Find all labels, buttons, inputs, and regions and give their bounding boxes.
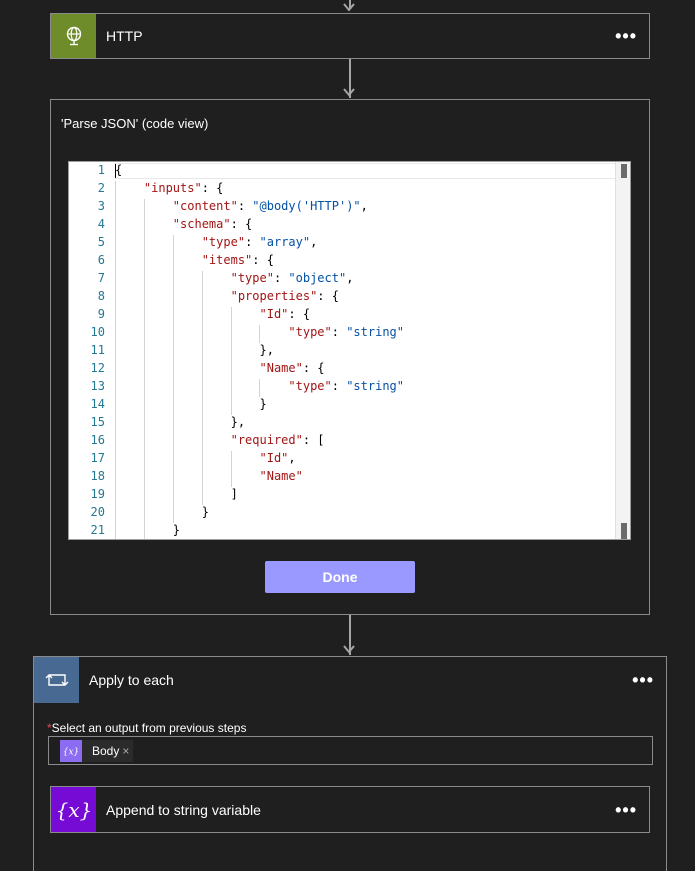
append-string-step-card[interactable]: {x} Append to string variable ••• xyxy=(50,786,650,833)
code-line: "Name" xyxy=(259,469,303,483)
line-number: 11 xyxy=(90,343,105,357)
body-token-label: Body xyxy=(92,744,120,758)
body-token[interactable]: {x} Body × xyxy=(60,740,134,762)
code-line: { xyxy=(115,163,123,177)
http-step-more-button[interactable]: ••• xyxy=(615,27,637,45)
line-number: 2 xyxy=(97,181,105,195)
http-step-card[interactable]: HTTP ••• xyxy=(50,13,650,59)
code-line: "content": "@body('HTTP')", xyxy=(172,199,368,213)
variable-icon: {x} xyxy=(56,798,92,822)
select-output-label: *Select an output from previous steps xyxy=(47,721,246,735)
line-number: 16 xyxy=(90,433,105,447)
globe-icon xyxy=(66,26,81,46)
body-token-icon-box: {x} xyxy=(60,740,82,762)
line-number: 20 xyxy=(90,505,105,519)
line-number: 3 xyxy=(97,199,105,213)
code-line: } xyxy=(259,397,267,411)
body-token-remove-icon[interactable]: × xyxy=(122,744,133,758)
expression-icon: {x} xyxy=(64,748,78,758)
select-output-input[interactable]: {x} Body × xyxy=(48,736,653,765)
scrollbar-track xyxy=(615,162,630,539)
code-line: "items": { xyxy=(201,253,274,267)
code-line: }, xyxy=(259,343,274,357)
http-step-title: HTTP xyxy=(106,28,143,44)
code-line: "type": "string" xyxy=(288,379,404,393)
code-line: }, xyxy=(230,415,246,429)
code-line: "Id", xyxy=(259,451,296,465)
line-number: 1 xyxy=(97,163,105,177)
line-number: 9 xyxy=(97,307,105,321)
line-number: 13 xyxy=(90,379,105,393)
line-number: 4 xyxy=(97,217,105,231)
scrollbar-thumb-bottom[interactable] xyxy=(621,523,627,539)
line-number: 19 xyxy=(90,487,105,501)
append-string-more-button[interactable]: ••• xyxy=(615,801,637,819)
scrollbar-thumb-top[interactable] xyxy=(621,164,627,178)
line-number: 6 xyxy=(97,253,105,267)
code-line: "properties": { xyxy=(230,289,339,303)
apply-to-each-icon-box xyxy=(34,657,79,703)
code-line: } xyxy=(201,505,209,519)
code-line: ] xyxy=(230,487,238,501)
code-line: "Name": { xyxy=(259,361,325,375)
code-line: "inputs": { xyxy=(143,181,224,195)
http-step-icon-box xyxy=(51,14,96,58)
apply-to-each-more-button[interactable]: ••• xyxy=(632,671,654,689)
code-line: "schema": { xyxy=(172,217,253,231)
parse-json-title: 'Parse JSON' (code view) xyxy=(61,116,209,131)
line-number: 21 xyxy=(90,523,105,537)
code-gutter: 1 2 3 4 5 6 7 8 9 10 11 12 13 14 15 16 17 18 19 20 21 xyxy=(69,162,115,539)
line-number: 15 xyxy=(90,415,105,429)
select-output-label-text: Select an output from previous steps xyxy=(51,721,247,735)
code-line: "type": "object", xyxy=(230,271,354,285)
code-line: "type": "string" xyxy=(288,325,404,339)
svg-text:{x}: {x} xyxy=(64,748,78,758)
append-string-icon-box: {x} xyxy=(51,787,96,832)
line-number: 18 xyxy=(90,469,105,483)
line-number: 10 xyxy=(90,325,105,339)
parse-json-card: 'Parse JSON' (code view) 1 2 3 4 5 6 7 8 9 10 11 12… xyxy=(50,99,650,615)
connector-http-parse-arrowhead xyxy=(343,88,355,97)
code-line: "required": [ xyxy=(230,433,325,447)
done-button[interactable]: Done xyxy=(265,561,415,593)
connector-parse-apply-arrowhead xyxy=(343,645,355,654)
apply-to-each-card: Apply to each ••• *Select an output from… xyxy=(33,656,667,871)
line-number: 8 xyxy=(97,289,105,303)
code-line: "Id": { xyxy=(259,307,311,321)
append-string-title: Append to string variable xyxy=(106,801,261,818)
line-number: 7 xyxy=(97,271,105,285)
code-line: "type": "array", xyxy=(201,235,318,249)
svg-text:{x}: {x} xyxy=(56,798,92,822)
line-number: 14 xyxy=(90,397,105,411)
connector-top-arrowhead xyxy=(343,3,355,12)
line-number: 5 xyxy=(97,235,105,249)
apply-to-each-header[interactable]: Apply to each ••• xyxy=(34,657,666,703)
apply-to-each-title: Apply to each xyxy=(89,672,174,688)
line-number: 17 xyxy=(90,451,105,465)
loop-icon xyxy=(45,674,68,686)
code-editor[interactable]: 1 2 3 4 5 6 7 8 9 10 11 12 13 14 15 16 17 18 19 20 21 { "inp… xyxy=(68,161,631,540)
current-line-highlight xyxy=(115,163,620,179)
code-line: } xyxy=(172,523,181,537)
line-number: 12 xyxy=(90,361,105,375)
